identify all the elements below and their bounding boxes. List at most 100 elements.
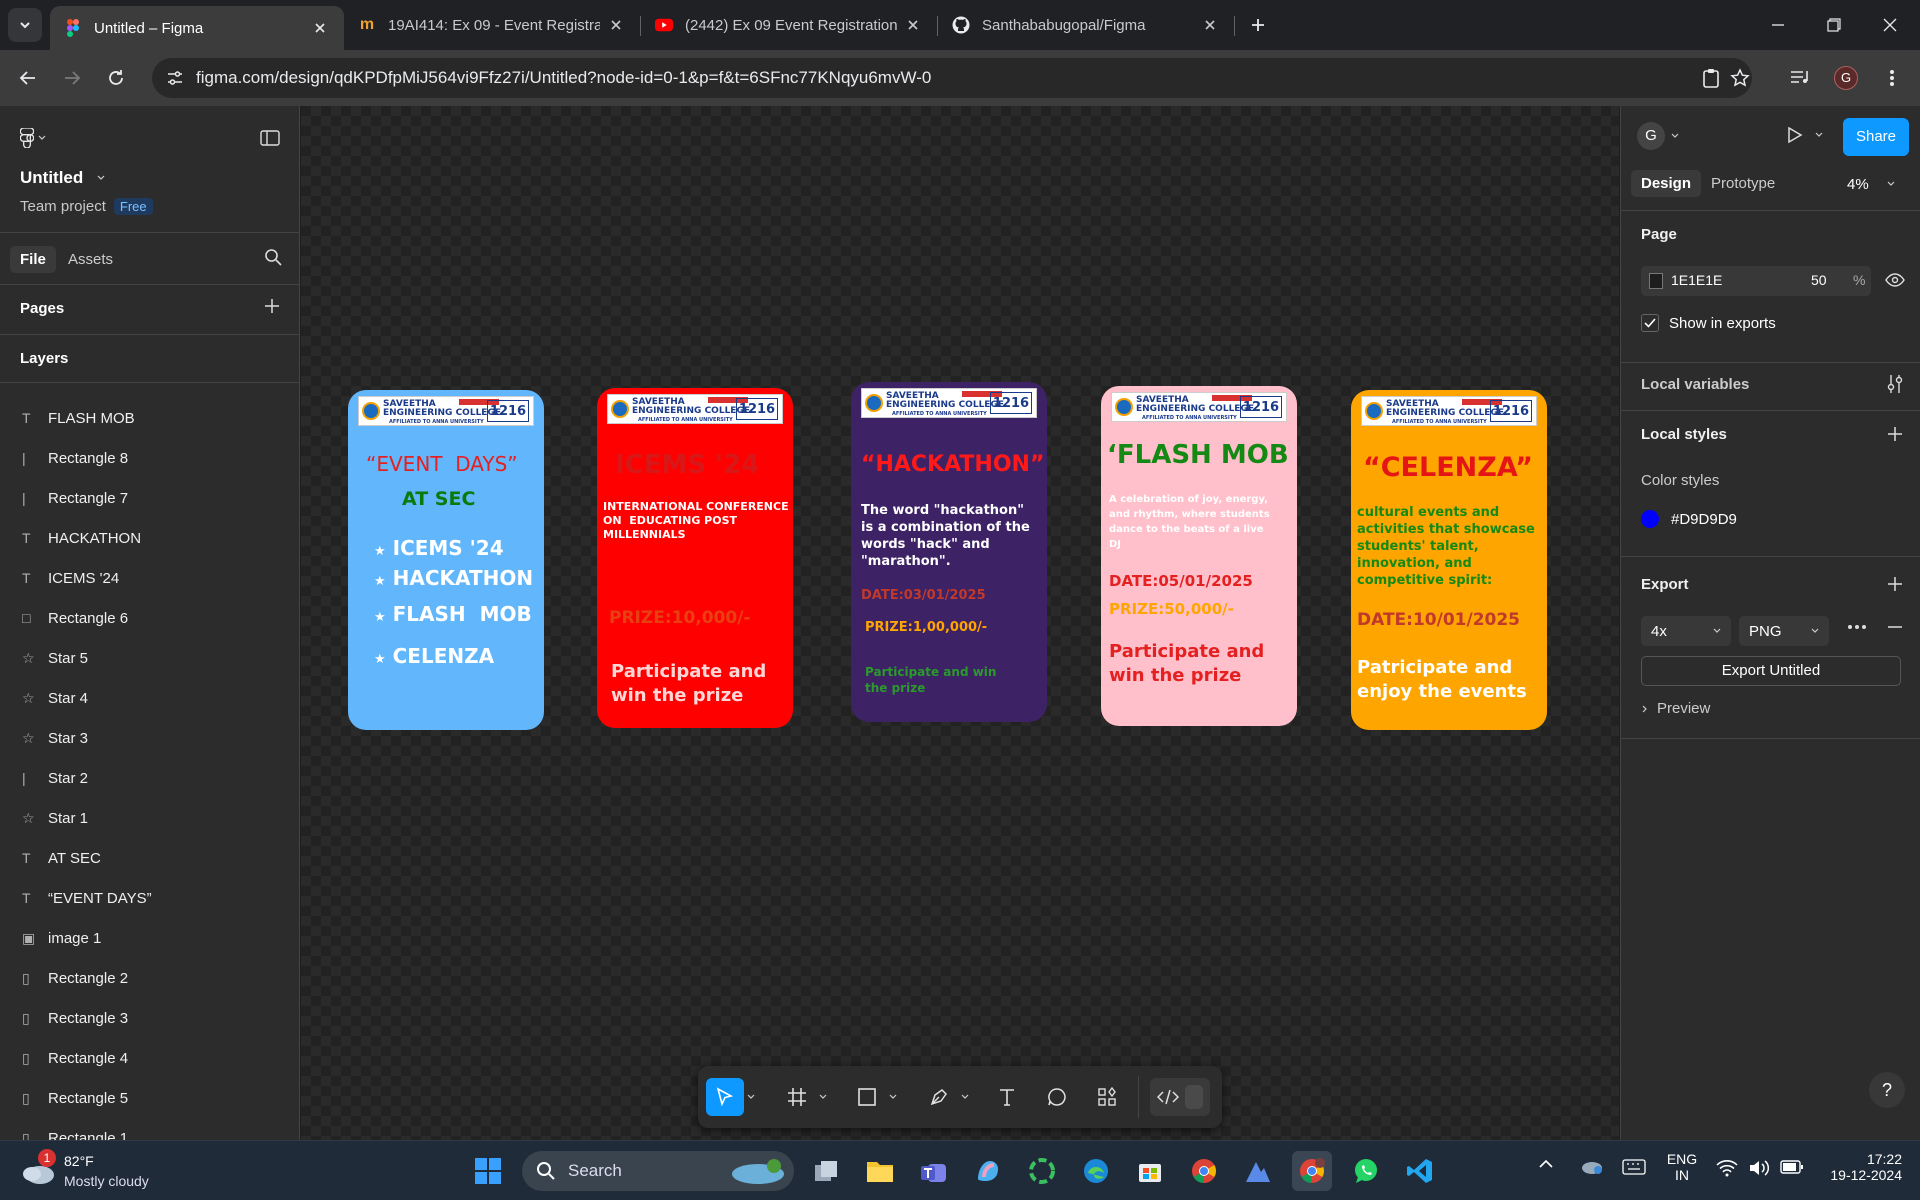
toggle-sidebar-button[interactable] [260,130,280,146]
onedrive-status-icon[interactable] [1580,1157,1604,1175]
layer-item[interactable]: T HACKATHON [0,518,300,558]
add-export-button[interactable] [1887,576,1903,592]
layer-item[interactable]: □ Rectangle 6 [0,598,300,638]
preview-toggle[interactable]: Preview [1641,700,1710,717]
plan-badge[interactable]: Free [113,198,153,215]
layer-item[interactable]: ☆ Star 4 [0,678,300,718]
team-label[interactable]: Team project [20,198,106,215]
tab-assets[interactable]: Assets [68,251,113,268]
browser-tab-course[interactable]: m 19AI414: Ex 09 - Event Registrat [344,0,640,50]
remove-export-button[interactable] [1887,624,1903,630]
browser-tab-youtube[interactable]: (2442) Ex 09 Event Registration [641,0,937,50]
export-button[interactable]: Export Untitled [1641,656,1901,686]
main-menu-button[interactable] [20,128,46,148]
page-color-field[interactable]: 1E1E1E 50 % [1641,266,1871,296]
restore-button[interactable] [1806,0,1862,50]
text-tool[interactable] [988,1078,1026,1116]
export-format-dropdown[interactable]: PNG [1739,616,1829,646]
layer-item[interactable]: ☆ Star 5 [0,638,300,678]
keyboard-icon[interactable] [1622,1159,1646,1175]
export-options-button[interactable] [1847,624,1867,630]
chrome-button[interactable] [1184,1151,1224,1191]
vscode-button[interactable] [1400,1151,1440,1191]
media-controls-button[interactable] [1784,62,1816,94]
layer-item[interactable]: ▯ Rectangle 3 [0,998,300,1038]
layer-item[interactable]: ▣ image 1 [0,918,300,958]
new-tab-button[interactable] [1230,0,1286,50]
close-icon[interactable] [310,18,330,38]
export-scale-dropdown[interactable]: 4x [1641,616,1731,646]
back-button[interactable] [12,62,44,94]
app-button-green[interactable] [1022,1151,1062,1191]
tab-search-button[interactable] [8,8,42,42]
system-tray-status[interactable] [1716,1159,1804,1177]
close-window-button[interactable] [1862,0,1918,50]
layer-item[interactable]: ☆ Star 3 [0,718,300,758]
card-event-days[interactable]: SAVEETHA ENGINEERING COLLEGE AFFILIATED … [348,390,544,730]
help-button[interactable]: ? [1869,1072,1905,1108]
taskbar-search[interactable]: Search [522,1151,794,1191]
start-button[interactable] [468,1151,508,1191]
card-icems[interactable]: SAVEETHA ENGINEERING COLLEGE AFFILIATED … [597,388,793,728]
add-page-button[interactable] [264,298,280,314]
shape-tool-dropdown[interactable] [886,1078,900,1116]
browser-tab-github[interactable]: Santhababugopal/Figma [938,0,1234,50]
share-button[interactable]: Share [1843,118,1909,156]
layer-item[interactable]: T “EVENT DAYS” [0,878,300,918]
reload-button[interactable] [100,62,132,94]
show-in-exports-checkbox[interactable]: Show in exports [1641,314,1776,332]
comment-tool[interactable] [1038,1078,1076,1116]
copilot-button[interactable] [968,1151,1008,1191]
tab-prototype[interactable]: Prototype [1711,175,1775,192]
layer-item[interactable]: T ICEMS '24 [0,558,300,598]
tab-design[interactable]: Design [1631,170,1702,197]
close-icon[interactable] [903,15,923,35]
app-button-mountain[interactable] [1238,1151,1278,1191]
layer-item[interactable]: ▯ Rectangle 2 [0,958,300,998]
whatsapp-button[interactable] [1346,1151,1386,1191]
add-style-button[interactable] [1887,426,1903,442]
search-layers-button[interactable] [264,248,282,266]
chrome-profile-button[interactable] [1292,1151,1332,1191]
layer-item[interactable]: ☆ Star 1 [0,798,300,838]
profile-button[interactable]: G [1830,62,1862,94]
layer-item[interactable]: ▯ Rectangle 1 [0,1118,300,1141]
close-icon[interactable] [606,15,626,35]
user-avatar-button[interactable]: G [1637,122,1679,150]
bookmark-button[interactable] [1724,62,1756,94]
weather-widget[interactable]: 1 82°F Mostly cloudy [20,1149,200,1193]
layer-item[interactable]: T AT SEC [0,838,300,878]
present-button[interactable] [1787,126,1823,144]
edge-button[interactable] [1076,1151,1116,1191]
move-tool-dropdown[interactable] [744,1078,758,1116]
layer-item[interactable]: | Rectangle 8 [0,438,300,478]
card-hackathon[interactable]: SAVEETHA ENGINEERING COLLEGE AFFILIATED … [851,382,1047,722]
move-tool[interactable] [706,1078,744,1116]
layer-item[interactable]: ▯ Rectangle 4 [0,1038,300,1078]
variables-settings-button[interactable] [1887,374,1903,394]
pen-tool[interactable] [920,1078,958,1116]
frame-tool[interactable] [778,1078,816,1116]
local-variables-heading[interactable]: Local variables [1641,376,1749,393]
layer-item[interactable]: ▯ Rectangle 5 [0,1078,300,1118]
store-button[interactable] [1130,1151,1170,1191]
url-bar[interactable]: figma.com/design/qdKPDfpMiJ564vi9Ffz27i/… [152,58,1752,98]
close-icon[interactable] [1200,15,1220,35]
browser-tab-figma[interactable]: Untitled – Figma [50,6,344,50]
page-opacity[interactable]: 50 [1811,272,1827,288]
layer-item[interactable]: | Rectangle 7 [0,478,300,518]
layer-item[interactable]: T FLASH MOB [0,398,300,438]
language-indicator[interactable]: ENG IN [1662,1151,1702,1183]
toggle-visibility-button[interactable] [1885,272,1905,288]
card-flash-mob[interactable]: SAVEETHA ENGINEERING COLLEGE AFFILIATED … [1101,386,1297,726]
frame-tool-dropdown[interactable] [816,1078,830,1116]
pen-tool-dropdown[interactable] [958,1078,972,1116]
task-view-button[interactable] [806,1151,846,1191]
clock[interactable]: 17:22 19-12-2024 [1818,1151,1902,1183]
layer-item[interactable]: | Star 2 [0,758,300,798]
file-name-button[interactable]: Untitled [20,168,105,188]
card-celenza[interactable]: SAVEETHA ENGINEERING COLLEGE AFFILIATED … [1351,390,1547,730]
file-explorer-button[interactable] [860,1151,900,1191]
actions-tool[interactable] [1088,1078,1126,1116]
tab-file[interactable]: File [10,246,56,273]
